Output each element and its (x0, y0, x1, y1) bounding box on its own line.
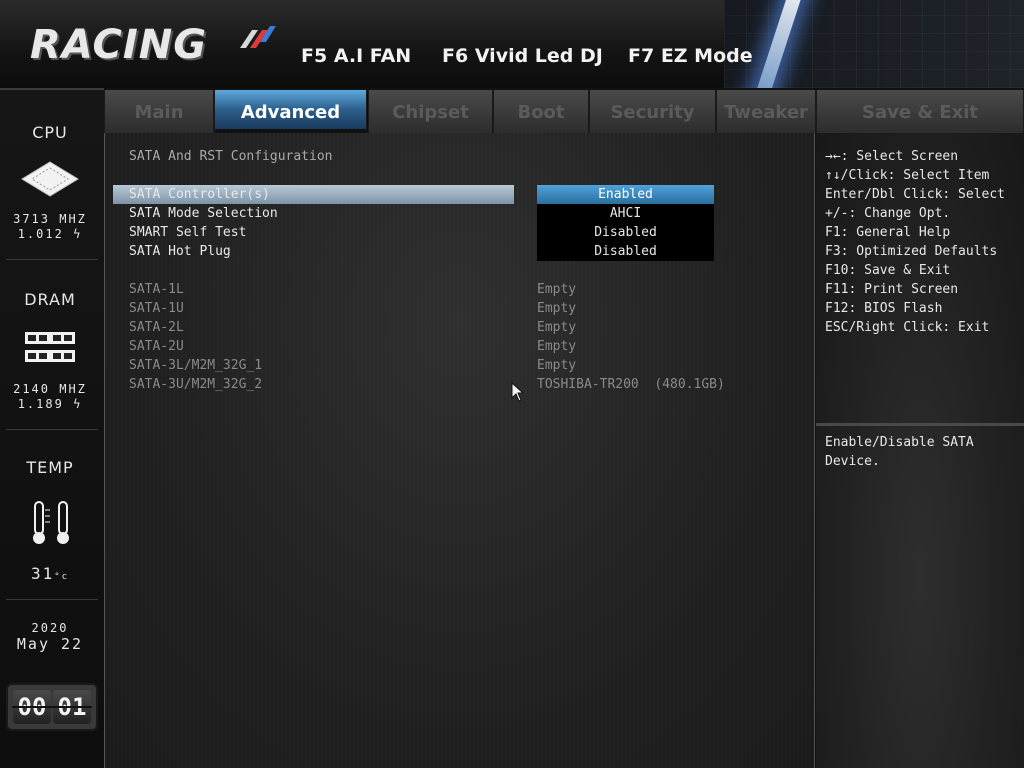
help-line: ESC/Right Click: Exit (825, 320, 990, 335)
cpu-title: CPU (32, 123, 68, 142)
temperature-value: 31°c (30, 564, 70, 583)
thermometer-icon (33, 501, 69, 544)
help-line: +/-: Change Opt. (825, 206, 951, 221)
sata-port-device: Empty (537, 301, 577, 316)
item-description: Enable/Disable SATA Device. (825, 435, 974, 469)
tab-tweaker[interactable]: Tweaker (716, 90, 816, 133)
sata-port-device: Empty (537, 320, 577, 335)
divider (6, 429, 98, 430)
dram-title: DRAM (24, 290, 76, 309)
tab-save-exit[interactable]: Save & Exit (816, 90, 1024, 133)
help-line: F10: Save & Exit (825, 263, 951, 278)
dram-frequency: 2140 MHZ (13, 382, 87, 396)
divider (816, 423, 1024, 426)
settings-panel: SATA And RST Configuration SATA Controll… (104, 133, 815, 768)
sata-port-label: SATA-3L/M2M_32G_1 (129, 358, 263, 373)
section-title: SATA And RST Configuration (129, 149, 333, 164)
sata-port-label: SATA-1U (129, 301, 184, 316)
divider (6, 259, 98, 260)
setting-sata-controller-value[interactable]: Enabled (537, 185, 714, 204)
sata-port-label: SATA-3U/M2M_32G_2 (129, 377, 263, 392)
divider (6, 599, 98, 600)
logo-mark-icon (240, 26, 276, 48)
setting-sata-hot-plug-value[interactable]: Disabled (537, 242, 714, 261)
hotkey-vivid-led-dj[interactable]: F6 Vivid Led DJ (442, 45, 603, 67)
tab-advanced[interactable]: Advanced (214, 90, 367, 133)
tab-boot[interactable]: Boot (493, 90, 589, 133)
help-line: ↑↓/Click: Select Item (825, 168, 990, 183)
tab-security[interactable]: Security (589, 90, 716, 133)
sata-port-label: SATA-1L (129, 282, 184, 297)
voltage-bolt-icon: ϟ (73, 227, 83, 241)
system-status-panel: CPU 3713 MHZ 1.012 ϟ DRAM 2140 MHZ 1.189… (0, 88, 104, 768)
help-panel: →←: Select Screen ↑↓/Click: Select Item … (816, 133, 1024, 768)
cpu-frequency: 3713 MHZ (13, 212, 87, 226)
sata-port-label: SATA-2L (129, 320, 184, 335)
cpu-voltage: 1.012 ϟ (17, 227, 83, 241)
flip-clock-divider (12, 706, 92, 708)
help-line: F3: Optimized Defaults (825, 244, 998, 259)
help-line: F1: General Help (825, 225, 951, 240)
dram-voltage: 1.189 ϟ (17, 397, 83, 411)
sata-port-device: Empty (537, 282, 577, 297)
sata-port-device: Empty (537, 358, 577, 373)
setting-smart-self-test[interactable]: SMART Self Test (129, 225, 246, 240)
voltage-bolt-icon: ϟ (73, 397, 83, 411)
help-line: →←: Select Screen (825, 149, 959, 164)
temp-title: TEMP (26, 458, 74, 477)
setting-sata-mode-value[interactable]: AHCI (537, 204, 714, 223)
tab-bar: Main Advanced Chipset Boot Security Twea… (104, 90, 1024, 133)
help-line: Enter/Dbl Click: Select (825, 187, 1006, 202)
tab-chipset[interactable]: Chipset (368, 90, 493, 133)
help-line: F11: Print Screen (825, 282, 959, 297)
cpu-chip-icon (21, 161, 79, 197)
setting-smart-self-test-value[interactable]: Disabled (537, 223, 714, 242)
tab-main[interactable]: Main (104, 90, 214, 133)
setting-sata-mode[interactable]: SATA Mode Selection (129, 206, 278, 221)
sata-port-device: TOSHIBA-TR200 (480.1GB) (537, 377, 725, 392)
setting-sata-hot-plug[interactable]: SATA Hot Plug (129, 244, 231, 259)
date-year: 2020 (31, 621, 69, 635)
setting-sata-controller[interactable]: SATA Controller(s) (129, 187, 270, 202)
date-month-day: May 22 (16, 635, 84, 653)
dram-module-icon (25, 332, 75, 362)
sata-port-device: Empty (537, 339, 577, 354)
hotkey-ai-fan[interactable]: F5 A.I FAN (301, 45, 411, 67)
sata-port-label: SATA-2U (129, 339, 184, 354)
hotkey-ez-mode[interactable]: F7 EZ Mode (628, 45, 753, 67)
mouse-pointer-icon (511, 382, 523, 402)
help-line: F12: BIOS Flash (825, 301, 943, 316)
header-bar: RACING F5 A.I FAN F6 Vivid Led DJ F7 EZ … (0, 0, 1024, 88)
clock-display: 00 01 (6, 683, 98, 731)
